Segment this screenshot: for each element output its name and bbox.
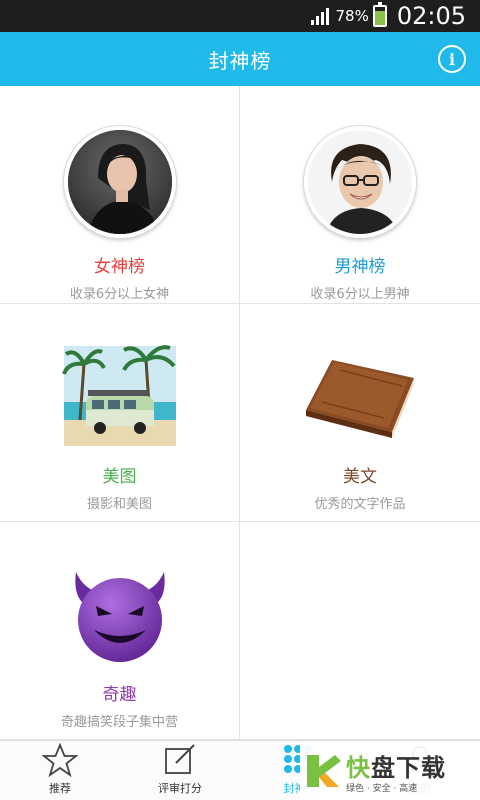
category-title: 奇趣: [102, 685, 137, 705]
watermark-title: 快盘下载: [346, 754, 446, 782]
status-bar: 78% 02:05: [0, 0, 480, 32]
category-subtitle: 优秀的文字作品: [314, 497, 406, 512]
watermark-slogan: 绿色 · 安全 · 高速: [346, 784, 418, 794]
page-title: 封神榜: [208, 48, 272, 73]
site-watermark: 快盘下载 绿色 · 安全 · 高速: [300, 742, 480, 800]
man-avatar: [304, 126, 416, 238]
category-photos[interactable]: 美图 摄影和美图: [0, 304, 240, 522]
category-title: 美图: [102, 467, 137, 487]
app-header: 封神榜 i: [0, 32, 480, 86]
watermark-logo-icon: [300, 748, 346, 794]
category-god[interactable]: 男神榜 收录6分以上男神: [240, 86, 480, 304]
category-essays[interactable]: 美文 优秀的文字作品: [240, 304, 480, 522]
photo-thumbnail: [61, 344, 178, 448]
info-icon[interactable]: i: [438, 45, 466, 73]
category-title: 美文: [343, 467, 377, 487]
signal-icon: [311, 7, 330, 25]
woman-avatar: [63, 126, 176, 238]
clock: 02:05: [396, 2, 466, 30]
category-subtitle: 奇趣搞笑段子集中营: [60, 715, 178, 730]
category-title: 男神榜: [334, 257, 386, 277]
empty-cell: [240, 522, 480, 740]
nav-review[interactable]: 评审打分: [120, 741, 240, 800]
category-funny[interactable]: 奇趣 奇趣搞笑段子集中营: [0, 522, 240, 740]
battery-icon: [372, 2, 387, 27]
book-icon: [302, 344, 418, 448]
battery-percentage: 78%: [335, 7, 369, 25]
devil-face-icon: [62, 562, 178, 666]
nav-recommend[interactable]: 推荐: [0, 741, 120, 800]
star-icon: [42, 742, 78, 778]
edit-icon: [162, 742, 198, 778]
category-subtitle: 收录6分以上女神: [69, 287, 170, 302]
nav-label: 评审打分: [158, 782, 202, 795]
category-subtitle: 摄影和美图: [86, 497, 152, 512]
category-goddess[interactable]: 女神榜 收录6分以上女神: [0, 86, 240, 304]
nav-label: 推荐: [49, 782, 71, 795]
category-grid: 女神榜 收录6分以上女神 男神榜 收录6分以上男神 美图 摄影和美图 美文 优秀…: [0, 86, 480, 740]
category-subtitle: 收录6分以上男神: [310, 287, 410, 302]
category-title: 女神榜: [94, 257, 145, 277]
